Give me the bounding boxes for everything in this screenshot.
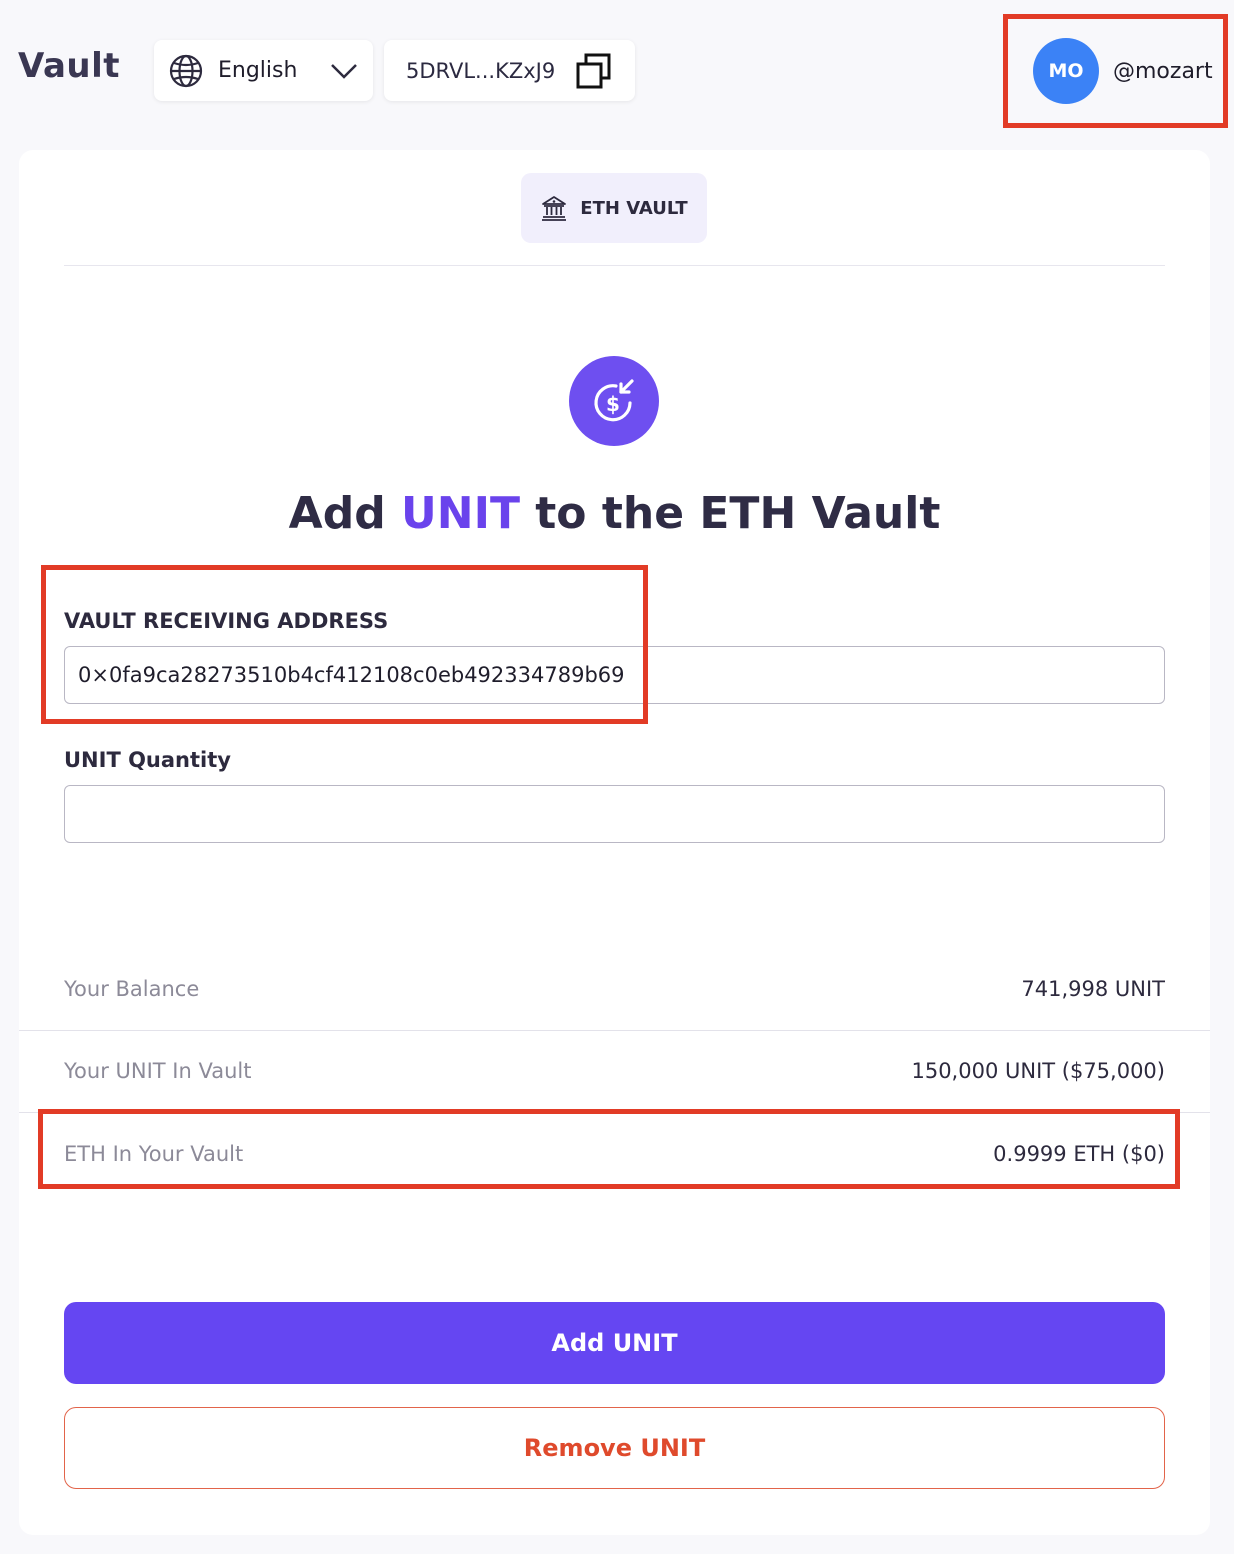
language-label: English bbox=[218, 58, 298, 83]
globe-icon bbox=[169, 54, 203, 87]
divider bbox=[19, 1030, 1210, 1031]
eth-in-vault-row: ETH In Your Vault 0.9999 ETH ($0) bbox=[64, 1142, 1165, 1166]
balance-row: Your Balance 741,998 UNIT bbox=[64, 977, 1165, 1001]
vault-address-label: VAULT RECEIVING ADDRESS bbox=[64, 609, 389, 633]
username: @mozart bbox=[1113, 58, 1213, 84]
eth-in-vault-label: ETH In Your Vault bbox=[64, 1142, 244, 1166]
hero-title-prefix: Add bbox=[288, 488, 402, 539]
svg-text:$: $ bbox=[606, 392, 620, 416]
hero-title-suffix: to the ETH Vault bbox=[519, 488, 941, 539]
hero-title: Add UNIT to the ETH Vault bbox=[19, 488, 1210, 539]
page-title: Vault bbox=[18, 46, 121, 86]
bank-icon bbox=[542, 196, 567, 221]
vault-card: ETH VAULT $ Add UNIT to the ETH Vault VA… bbox=[19, 150, 1210, 1535]
avatar: MO bbox=[1033, 38, 1099, 104]
hero-title-accent: UNIT bbox=[401, 488, 520, 539]
add-unit-button[interactable]: Add UNIT bbox=[64, 1302, 1165, 1384]
deposit-dollar-icon: $ bbox=[569, 356, 659, 446]
unit-in-vault-label: Your UNIT In Vault bbox=[64, 1059, 252, 1083]
wallet-address-chip[interactable]: 5DRVL...KZxJ9 bbox=[384, 40, 635, 101]
wallet-address: 5DRVL...KZxJ9 bbox=[406, 58, 556, 83]
divider bbox=[19, 1112, 1210, 1113]
tab-label: ETH VAULT bbox=[580, 197, 688, 219]
unit-quantity-label: UNIT Quantity bbox=[64, 748, 231, 772]
balance-value: 741,998 UNIT bbox=[1021, 977, 1165, 1001]
copy-icon[interactable] bbox=[575, 52, 613, 90]
unit-in-vault-value: 150,000 UNIT ($75,000) bbox=[911, 1059, 1165, 1083]
vault-address-input[interactable] bbox=[64, 646, 1165, 704]
remove-unit-button[interactable]: Remove UNIT bbox=[64, 1407, 1165, 1489]
divider bbox=[64, 265, 1165, 266]
unit-in-vault-row: Your UNIT In Vault 150,000 UNIT ($75,000… bbox=[64, 1059, 1165, 1083]
language-select[interactable]: English bbox=[154, 40, 373, 101]
user-profile[interactable]: MO @mozart bbox=[1003, 14, 1228, 128]
unit-quantity-input[interactable] bbox=[64, 785, 1165, 843]
chevron-down-icon bbox=[331, 63, 357, 79]
eth-in-vault-value: 0.9999 ETH ($0) bbox=[993, 1142, 1165, 1166]
balance-label: Your Balance bbox=[64, 977, 200, 1001]
tab-eth-vault[interactable]: ETH VAULT bbox=[521, 173, 707, 243]
